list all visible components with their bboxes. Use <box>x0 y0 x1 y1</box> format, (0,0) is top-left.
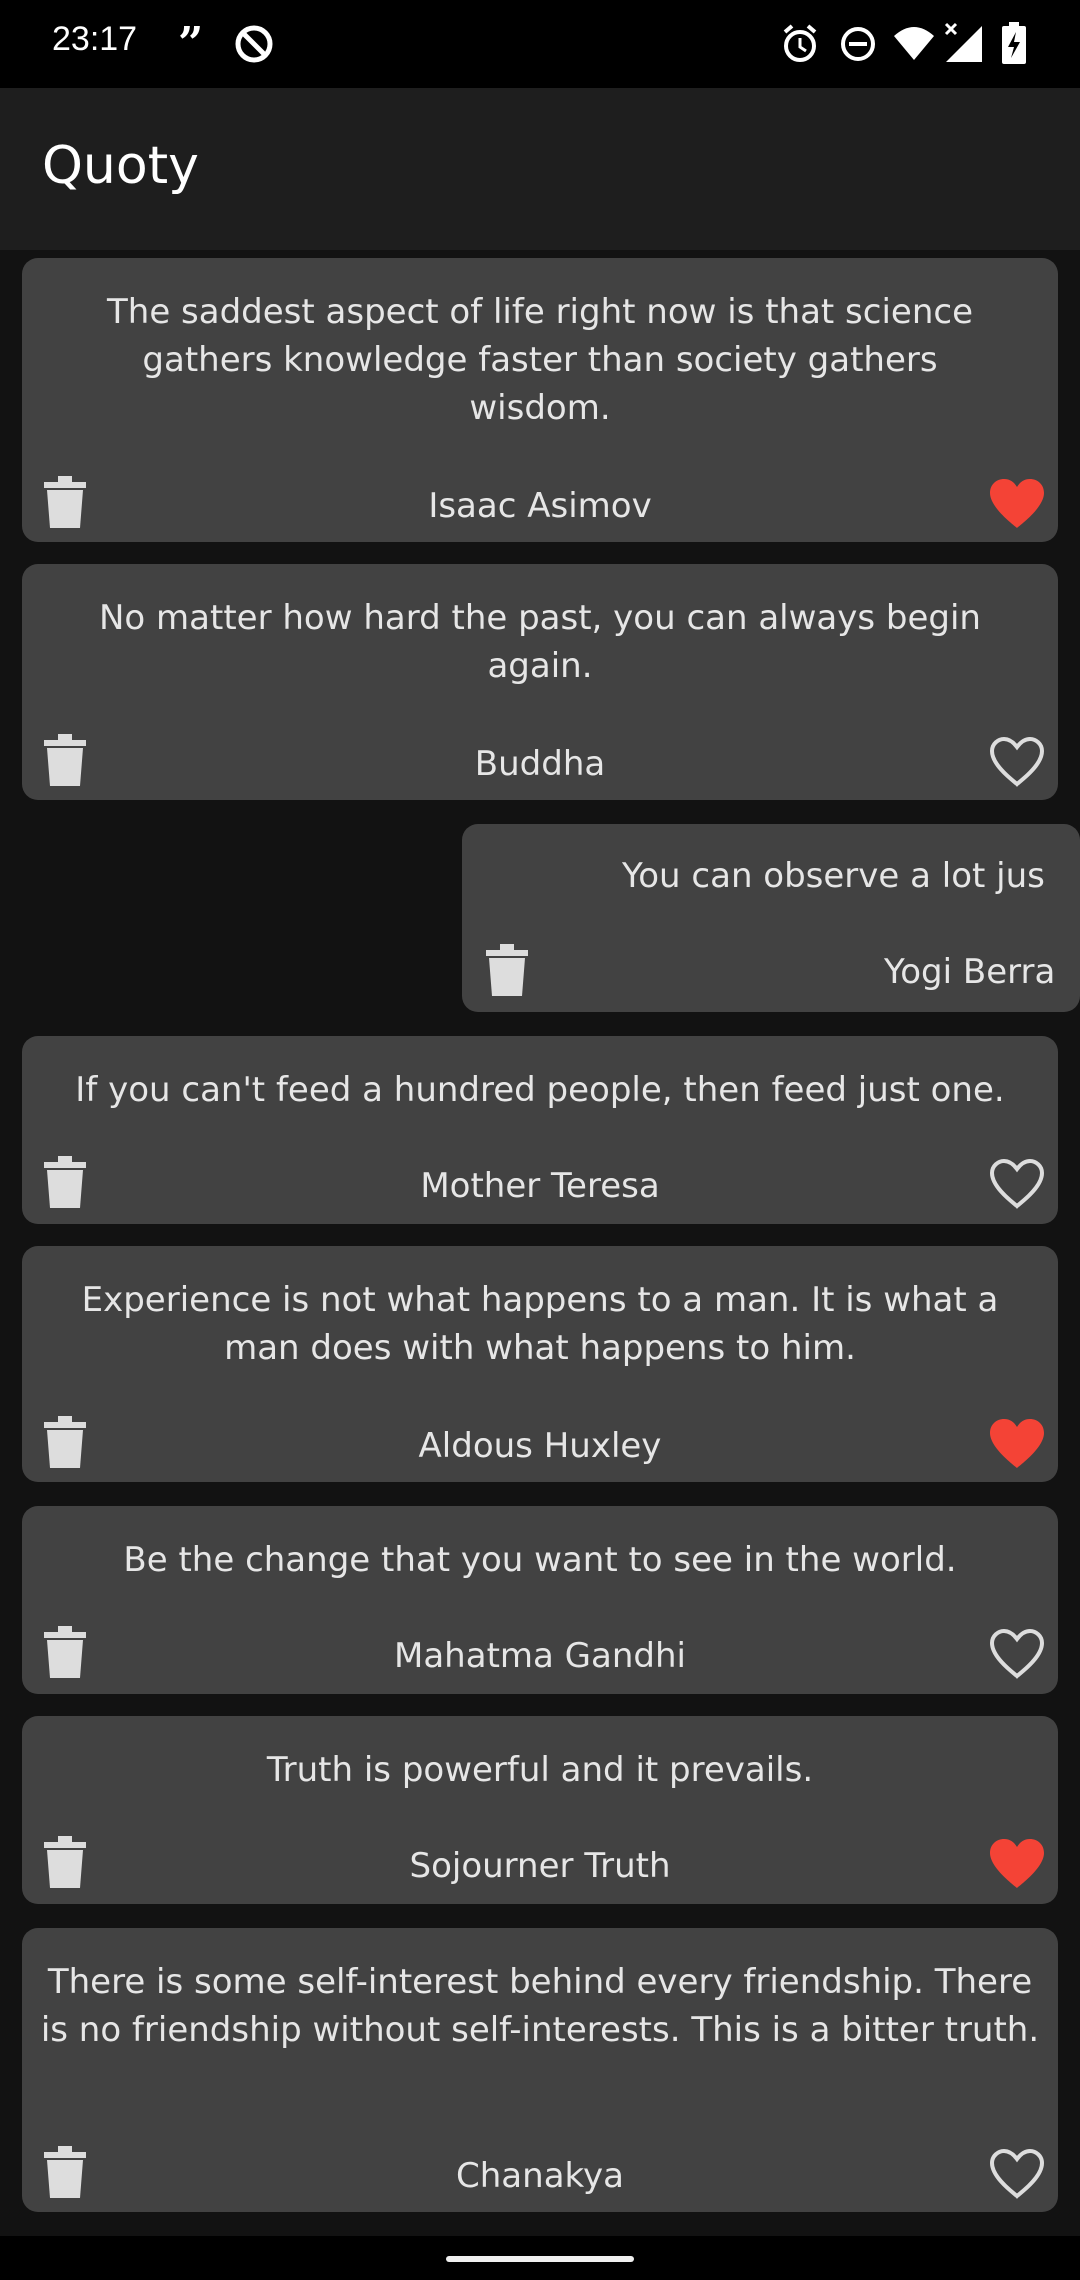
trash-icon[interactable] <box>44 1836 86 1888</box>
quote-author: Mahatma Gandhi <box>394 1636 686 1676</box>
trash-icon[interactable] <box>44 476 86 528</box>
quote-author: Buddha <box>474 744 606 784</box>
quote-text: The saddest aspect of life right now is … <box>107 292 973 428</box>
quote-card[interactable]: There is some self-interest behind every… <box>22 1928 1058 2212</box>
heart-filled-icon[interactable] <box>988 478 1046 530</box>
trash-icon[interactable] <box>44 1416 86 1468</box>
trash-icon[interactable] <box>44 734 86 786</box>
quote-text: No matter how hard the past, you can alw… <box>99 598 981 686</box>
quote-author: Yogi Berra <box>884 952 1056 992</box>
do-not-disturb-icon <box>838 22 878 70</box>
wifi-icon <box>892 22 936 70</box>
quote-card[interactable]: No matter how hard the past, you can alw… <box>22 564 1058 800</box>
quote-card[interactable]: Be the change that you want to see in th… <box>22 1506 1058 1694</box>
quote-notification-icon: ” <box>178 18 214 69</box>
battery-charging-icon <box>1000 22 1028 70</box>
quote-card[interactable]: Experience is not what happens to a man.… <box>22 1246 1058 1482</box>
quote-author: Isaac Asimov <box>428 486 652 526</box>
navigation-bar <box>0 2236 1080 2280</box>
quote-card[interactable]: If you can't feed a hundred people, then… <box>22 1036 1058 1224</box>
status-time: 23:17 <box>52 20 138 58</box>
trash-icon[interactable] <box>44 2146 86 2198</box>
trash-icon[interactable] <box>44 1156 86 1208</box>
app-title: Quoty <box>42 136 199 196</box>
at-sign-notification-icon <box>234 22 274 70</box>
signal-icon <box>942 22 986 70</box>
quote-card-swiped[interactable]: You can observe a lot jus Yogi Berra <box>462 824 1080 1012</box>
alarm-icon <box>780 22 820 70</box>
trash-icon[interactable] <box>486 944 528 996</box>
heart-filled-icon[interactable] <box>988 1838 1046 1890</box>
home-indicator[interactable] <box>446 2256 634 2262</box>
quote-list[interactable]: The saddest aspect of life right now is … <box>0 250 1080 2236</box>
trash-icon[interactable] <box>44 1626 86 1678</box>
quote-author: Mother Teresa <box>420 1166 660 1206</box>
svg-text:”: ” <box>178 22 203 62</box>
quote-text: Experience is not what happens to a man.… <box>81 1280 999 1368</box>
heart-outline-icon[interactable] <box>988 1628 1046 1680</box>
app-bar: Quoty <box>0 88 1080 250</box>
quote-card[interactable]: Truth is powerful and it prevails. Sojou… <box>22 1716 1058 1904</box>
quote-author: Aldous Huxley <box>418 1426 662 1466</box>
quote-author: Chanakya <box>456 2156 624 2196</box>
heart-outline-icon[interactable] <box>988 2148 1046 2200</box>
status-bar: 23:17 ” <box>0 0 1080 88</box>
heart-outline-icon[interactable] <box>988 1158 1046 1210</box>
quote-text: You can observe a lot jus <box>622 856 1045 896</box>
quote-text: Be the change that you want to see in th… <box>123 1540 957 1580</box>
heart-outline-icon[interactable] <box>988 736 1046 788</box>
quote-author: Sojourner Truth <box>409 1846 671 1886</box>
quote-text: If you can't feed a hundred people, then… <box>75 1070 1005 1110</box>
quote-text: Truth is powerful and it prevails. <box>266 1750 814 1790</box>
heart-filled-icon[interactable] <box>988 1418 1046 1470</box>
quote-card[interactable]: The saddest aspect of life right now is … <box>22 258 1058 542</box>
quote-text: There is some self-interest behind every… <box>40 1962 1040 2050</box>
